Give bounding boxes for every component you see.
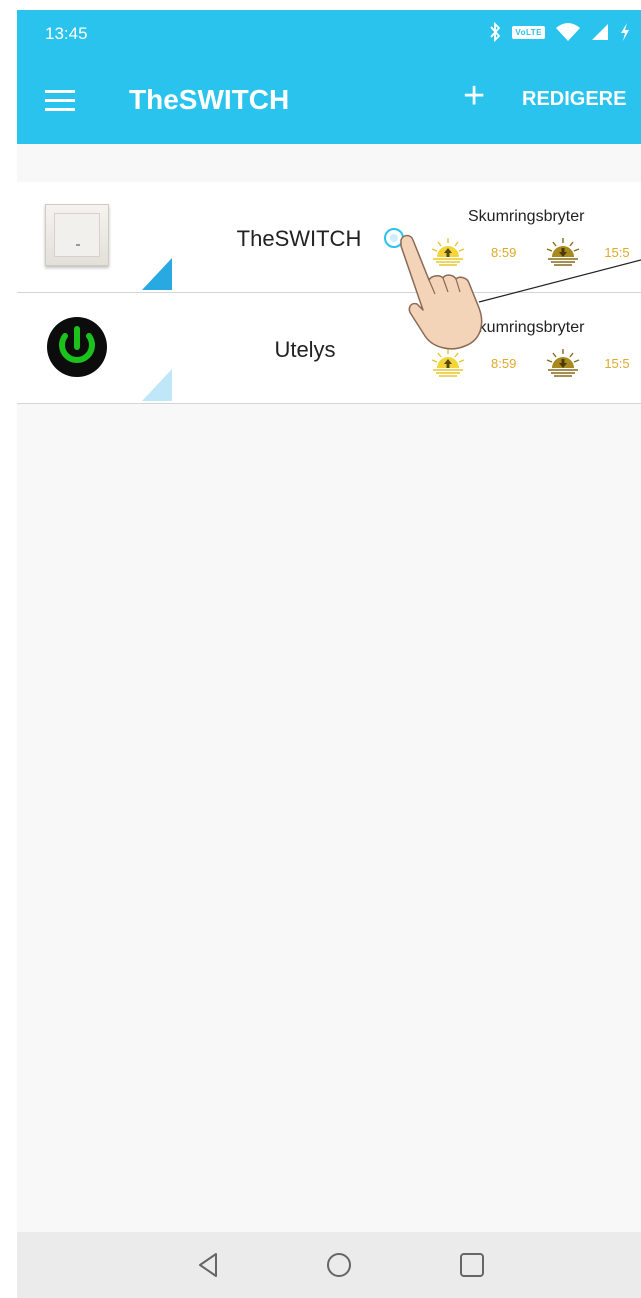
sun-schedule: 8:59 15:5 xyxy=(429,236,630,268)
sunrise-icon xyxy=(431,238,465,266)
device-mode: Skumringsbryter xyxy=(468,319,585,336)
edit-button[interactable]: REDIGERE xyxy=(522,88,626,111)
hamburger-menu-icon[interactable] xyxy=(45,90,75,112)
sunset-time: 15:5 xyxy=(604,244,630,260)
device-row-utelys[interactable]: Utelys Skumringsbryter 8:59 15:5 xyxy=(17,293,641,404)
sunrise-time: 8:59 xyxy=(491,244,517,260)
sunset-icon xyxy=(547,349,580,377)
corner-indicator-icon xyxy=(142,258,172,290)
app-title: TheSWITCH xyxy=(129,84,290,115)
sunrise-time: 8:59 xyxy=(491,355,517,371)
device-name: Utelys xyxy=(274,337,336,362)
status-bar: 13:45 VoLTE xyxy=(17,10,641,58)
device-list: TheSWITCH Skumringsbryter 8:59 15:5 Utel… xyxy=(17,182,641,404)
home-icon[interactable] xyxy=(326,1252,352,1278)
signal-icon xyxy=(592,24,608,40)
wifi-icon xyxy=(556,23,580,41)
corner-indicator-icon xyxy=(142,369,172,401)
device-mode: Skumringsbryter xyxy=(468,208,585,225)
app-bar: TheSWITCH + REDIGERE xyxy=(17,58,641,144)
sun-schedule: 8:59 15:5 xyxy=(429,347,630,379)
sunrise-icon xyxy=(431,349,465,377)
power-icon xyxy=(47,317,107,377)
volte-icon: VoLTE xyxy=(512,25,545,39)
device-name: TheSWITCH xyxy=(236,226,362,251)
status-icons: VoLTE xyxy=(488,22,631,42)
recents-icon[interactable] xyxy=(459,1252,485,1278)
loading-indicator xyxy=(384,228,404,248)
charging-icon xyxy=(621,23,629,41)
status-time: 13:45 xyxy=(45,24,88,43)
phone-screen: 13:45 VoLTE TheSWITCH + REDIGERE TheSWIT… xyxy=(17,10,641,1298)
navigation-bar xyxy=(17,1232,641,1298)
sunset-time: 15:5 xyxy=(604,355,630,371)
add-button[interactable]: + xyxy=(463,76,485,116)
device-row-theswitch[interactable]: TheSWITCH Skumringsbryter 8:59 15:5 xyxy=(17,182,641,293)
bluetooth-icon xyxy=(490,22,501,42)
back-icon[interactable] xyxy=(197,1252,219,1278)
wall-switch-icon xyxy=(45,204,109,266)
sunset-icon xyxy=(547,238,580,266)
